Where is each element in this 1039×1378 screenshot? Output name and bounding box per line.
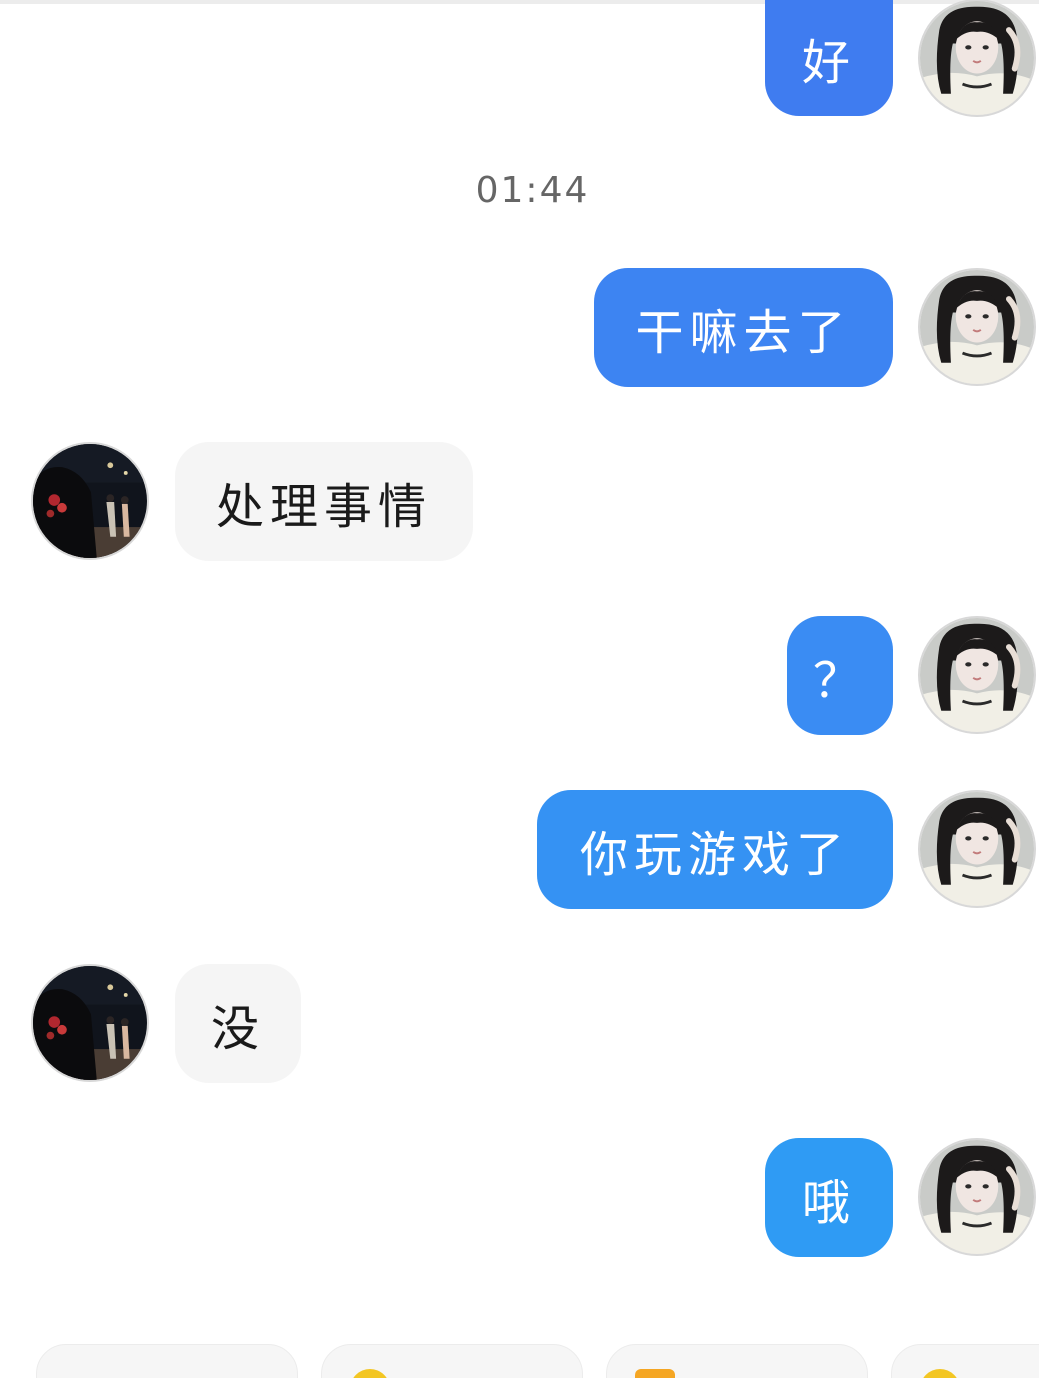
flower-icon: ✿ (65, 1369, 105, 1378)
contact-avatar[interactable] (31, 442, 149, 560)
quick-reply-bar: ✿ (0, 1344, 1039, 1378)
outgoing-message-bubble[interactable]: 干嘛去了 (594, 268, 893, 387)
outgoing-message-bubble[interactable]: 你玩游戏了 (537, 790, 893, 909)
quick-reply-chip[interactable] (891, 1344, 1039, 1378)
outgoing-message-bubble[interactable]: 哦 (765, 1138, 893, 1257)
self-avatar[interactable] (918, 268, 1036, 386)
outgoing-message-bubble[interactable]: 好 (765, 0, 893, 116)
incoming-message-bubble[interactable]: 没 (175, 964, 301, 1083)
quick-reply-chip[interactable] (321, 1344, 583, 1378)
quick-reply-chip[interactable] (606, 1344, 868, 1378)
outgoing-message-bubble[interactable]: ？ (787, 616, 893, 735)
incoming-message-bubble[interactable]: 处理事情 (175, 442, 473, 561)
self-avatar[interactable] (918, 616, 1036, 734)
self-avatar[interactable] (918, 1138, 1036, 1256)
message-timestamp: 01:44 (475, 170, 590, 211)
smile-emoji-icon (350, 1369, 390, 1378)
self-avatar[interactable] (918, 790, 1036, 908)
smile-emoji-icon (920, 1369, 960, 1378)
contact-avatar[interactable] (31, 964, 149, 1082)
gift-icon (635, 1369, 675, 1378)
quick-reply-chip[interactable]: ✿ (36, 1344, 298, 1378)
self-avatar[interactable] (918, 0, 1036, 117)
